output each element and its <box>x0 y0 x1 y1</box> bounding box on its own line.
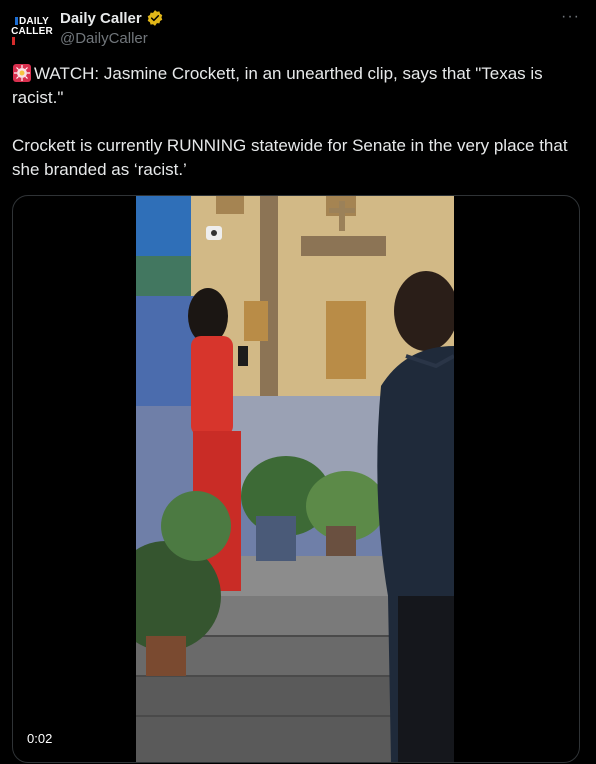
video-timestamp: 0:02 <box>27 731 53 746</box>
logo-flag-red-icon <box>12 37 16 45</box>
video-player[interactable]: 0:02 <box>12 195 580 763</box>
tweet-line-1: WATCH: Jasmine Crockett, in an unearthed… <box>12 64 543 107</box>
siren-emoji-icon <box>13 64 31 82</box>
tweet-header: DAILY CALLER Daily Caller @DailyCaller ·… <box>0 0 596 60</box>
author-name[interactable]: Daily Caller <box>60 10 142 27</box>
tweet-paragraph-1: WATCH: Jasmine Crockett, in an unearthed… <box>12 62 572 110</box>
tweet-paragraph-2: Crockett is currently RUNNING statewide … <box>12 136 568 179</box>
avatar-text-line2: CALLER <box>11 26 53 37</box>
more-options-icon[interactable]: ··· <box>561 8 580 26</box>
author-handle[interactable]: @DailyCaller <box>60 30 148 47</box>
tweet-text: WATCH: Jasmine Crockett, in an unearthed… <box>12 62 572 182</box>
verified-badge-icon[interactable] <box>146 9 164 27</box>
video-frame[interactable] <box>136 196 454 762</box>
logo-flag-icon <box>14 17 18 25</box>
video-scene-image <box>136 196 454 762</box>
author-name-row: Daily Caller <box>60 9 164 27</box>
avatar[interactable]: DAILY CALLER <box>11 12 53 52</box>
